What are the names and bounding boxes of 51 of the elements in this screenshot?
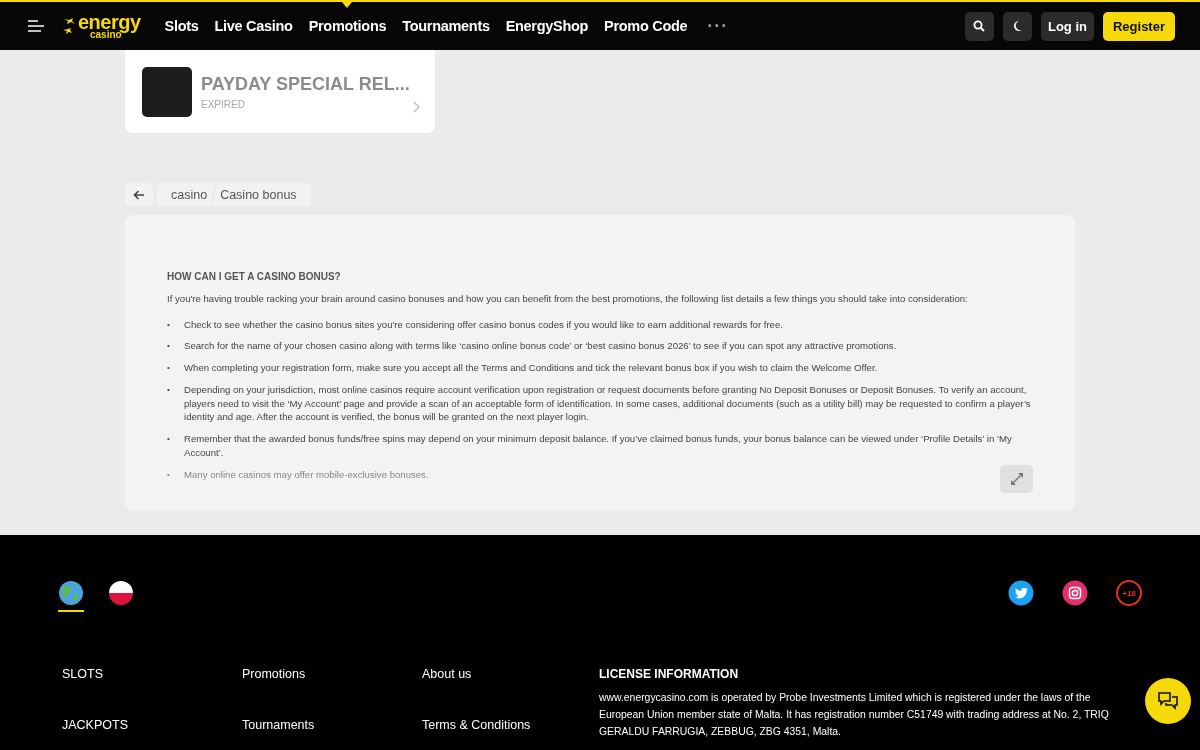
promo-title: PAYDAY SPECIAL REL... — [201, 73, 410, 95]
footer-link[interactable]: SLOTS — [62, 667, 242, 681]
nav-link[interactable]: Live Casino — [206, 2, 301, 50]
more-menu[interactable]: ··· — [707, 15, 729, 37]
bird-icon[interactable] — [1008, 580, 1034, 606]
list-item: Many online casinos may offer mobile-exclusive bonuses. — [184, 467, 429, 482]
star-logo-icon — [62, 17, 76, 35]
list-item: Remember that the awarded bonus funds/free spins may depend on your minimum deposit balance. If you’ve claimed bonus funds, your bonus balance can be viewed under ‘Profile Details’ in ‘My Account’. — [184, 432, 1013, 460]
globe-icon[interactable] — [58, 580, 84, 612]
camera-icon[interactable] — [1062, 580, 1088, 606]
back-button[interactable] — [125, 183, 153, 206]
chat-icon — [1157, 691, 1179, 711]
bullet-marker: • — [167, 433, 171, 446]
promo-thumbnail — [142, 66, 192, 117]
search-button[interactable] — [964, 11, 994, 41]
logo[interactable]: energy casino — [62, 12, 141, 40]
register-button[interactable]: Register — [1102, 11, 1175, 41]
nav-link[interactable]: EnergyShop — [497, 2, 597, 50]
breadcrumb-link[interactable]: Casino bonus — [214, 187, 303, 202]
list-item: When completing your registration form, make sure you accept all the Terms and Conditions and tick the relevant bonus box if you wish to claim the Welcome Offer. — [184, 361, 878, 375]
moon-icon — [1011, 20, 1024, 32]
footer-link[interactable]: Promotions — [242, 667, 422, 681]
nav-link[interactable]: Promo Code — [596, 2, 696, 50]
bullet-marker: • — [167, 383, 171, 396]
bullet-marker: • — [167, 340, 171, 353]
age-badge: +18 — [1116, 580, 1142, 606]
list-item: Search for the name of your chosen casino along with terms like ‘casino online bonus code’ or ‘best casino bonus 2026’ to see if you can spot any attractive promotions. — [184, 339, 897, 354]
promo-status: EXPIRED — [201, 98, 246, 110]
nav-link[interactable]: Tournaments — [394, 2, 498, 50]
search-icon — [973, 20, 986, 32]
list-item: Depending on your jurisdiction, most online casinos require account verification upon registration or request documents before granting No Deposit Bonuses or Deposit Bonuses. To verify an account, players need to visit the ‘My Account’ page and provide a scan of an acceptable form of identification. In some cases, additional documents (such as a utility bill) may be requested to confirm a player’s identity and age. After the account is verified, the bonus will be granted on the next player login. — [184, 382, 1032, 425]
article-paragraph: If you're having trouble racking your brain around casino bonuses and how you can benefit from the best promotions, the following list details a few things you should take into consideration: — [167, 292, 969, 306]
footer-link[interactable]: JACKPOTS — [62, 718, 242, 732]
list-item: Check to see whether the casino bonus sites you're considering offer casino bonus codes if you would like to earn additional rewards for free. — [184, 317, 783, 332]
expand-icon — [1009, 472, 1024, 486]
expand-button[interactable] — [1000, 465, 1033, 493]
bullet-marker: • — [167, 362, 171, 375]
arrow-left-icon — [133, 189, 145, 200]
nav-link[interactable]: Promotions — [300, 2, 395, 50]
login-button[interactable]: Log in — [1040, 11, 1094, 41]
chat-button[interactable] — [1145, 678, 1191, 724]
license-text: www.energycasino.com is operated by Probe Investments Limited which is registered under the laws of the European Union member state of Malta. It has registration number C51749 with trading address at No. 2, TRIQ GERALDU FARRUGIA, ZEBBUG, ZBG 4351, Malta. — [599, 691, 1110, 739]
article-heading: HOW CAN I GET A CASINO BONUS? — [167, 271, 342, 282]
nav-link[interactable]: Slots — [156, 2, 207, 50]
license-heading: LICENSE INFORMATION — [599, 667, 740, 681]
bullet-marker: • — [167, 318, 171, 331]
moon-button[interactable] — [1002, 11, 1032, 41]
bullet-marker: • — [167, 468, 171, 481]
footer-link[interactable]: Tournaments — [242, 718, 422, 732]
menu-icon[interactable] — [28, 19, 44, 33]
breadcrumb-link[interactable]: casino — [165, 187, 214, 202]
